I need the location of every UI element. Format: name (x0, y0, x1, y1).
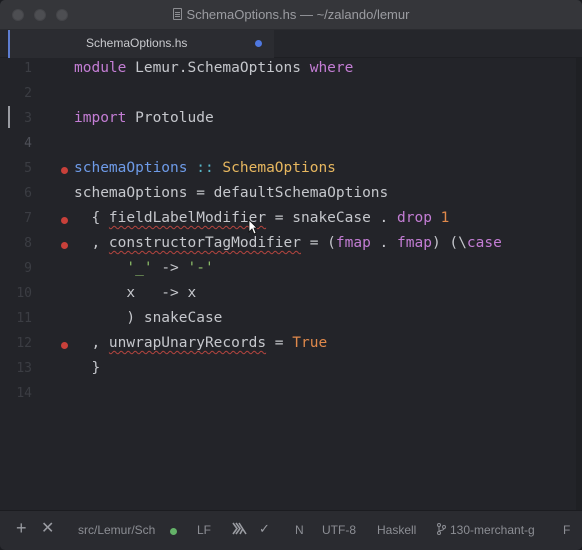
line-number: 8 (24, 236, 32, 251)
status-bar: + ✕ src/Lemur/Sch LF ✓ N UTF-8 Haskell 1… (0, 510, 582, 550)
grammar-selector[interactable]: Haskell (377, 523, 416, 537)
code-line: ) snakeCase (74, 310, 223, 326)
line-number: 7 (24, 211, 32, 226)
line-number: 5 (24, 161, 32, 176)
code-line: , constructorTagModifier = (fmap . fmap)… (74, 235, 502, 251)
line-number: 14 (16, 386, 32, 401)
line-number: 6 (24, 186, 32, 201)
code-line: schemaOptions = defaultSchemaOptions (74, 185, 389, 201)
breakpoint-icon[interactable] (61, 242, 68, 249)
line-number: 12 (16, 336, 32, 351)
file-path[interactable]: src/Lemur/Sch (78, 523, 155, 537)
line-number: 4 (24, 136, 32, 151)
line-number: 11 (16, 311, 32, 326)
line-number-gutter[interactable]: 1 2 3 4 5 6 7 8 9 10 11 12 13 14 (0, 58, 70, 510)
lambda-icon[interactable] (232, 522, 248, 538)
window-title-container: SchemaOptions.hs — ~/zalando/lemur (0, 7, 582, 22)
line-ending[interactable]: LF (197, 523, 211, 537)
indent-mode[interactable]: N (295, 523, 304, 537)
code-line: { fieldLabelModifier = snakeCase . drop … (74, 210, 450, 226)
add-icon[interactable]: + (16, 518, 27, 539)
code-line: , unwrapUnaryRecords = True (74, 335, 328, 351)
check-icon[interactable]: ✓ (259, 521, 270, 537)
line-number: 2 (24, 86, 32, 101)
close-icon[interactable]: ✕ (41, 518, 54, 538)
encoding-selector[interactable]: UTF-8 (322, 523, 356, 537)
window-title: SchemaOptions.hs — ~/zalando/lemur (186, 7, 410, 22)
code-area[interactable]: module Lemur.SchemaOptions where import … (74, 58, 502, 376)
code-editor[interactable]: 1 2 3 4 5 6 7 8 9 10 11 12 13 14 module … (0, 58, 582, 510)
modified-indicator-icon[interactable] (255, 40, 262, 47)
code-line: x -> x (74, 285, 197, 301)
mouse-pointer-icon (248, 219, 257, 235)
editor-window: SchemaOptions.hs — ~/zalando/lemur Schem… (0, 0, 582, 550)
branch-indicator[interactable]: 130-merchant-g (437, 523, 535, 537)
code-line: import Protolude (74, 110, 214, 126)
breakpoint-icon[interactable] (61, 217, 68, 224)
breakpoint-icon[interactable] (61, 342, 68, 349)
code-line: schemaOptions :: SchemaOptions (74, 160, 336, 176)
line-number: 1 (24, 61, 32, 76)
vertical-scrollbar[interactable] (576, 58, 582, 510)
tab-label: SchemaOptions.hs (86, 36, 188, 50)
document-icon (172, 8, 182, 20)
title-bar: SchemaOptions.hs — ~/zalando/lemur (0, 0, 582, 30)
tab-bar: SchemaOptions.hs (0, 30, 582, 58)
git-branch-icon (437, 523, 446, 535)
line-number: 3 (24, 111, 32, 126)
code-line: module Lemur.SchemaOptions where (74, 60, 354, 76)
tab-schemaoptions[interactable]: SchemaOptions.hs (8, 30, 274, 58)
line-number: 10 (16, 286, 32, 301)
fetch-button[interactable]: F (563, 523, 570, 537)
line-number: 9 (24, 261, 32, 276)
code-line: '_' -> '-' (126, 260, 214, 276)
breakpoint-icon[interactable] (61, 167, 68, 174)
line-number: 13 (16, 361, 32, 376)
branch-name: 130-merchant-g (450, 523, 535, 537)
git-status-icon (170, 528, 177, 535)
code-line: } (74, 360, 101, 376)
